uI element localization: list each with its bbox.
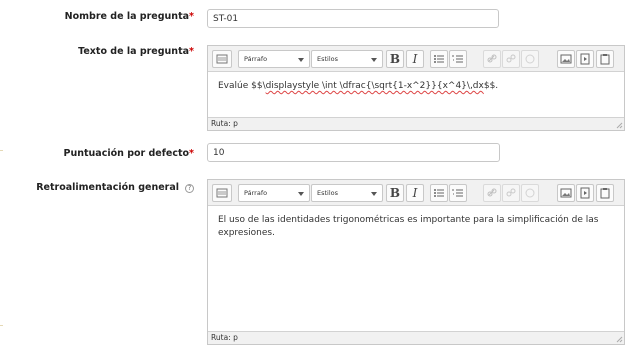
toolbar-toggle-icon[interactable] [212,50,232,68]
resize-handle-icon[interactable] [615,335,623,343]
image-icon[interactable] [557,184,575,202]
default-mark-input[interactable] [207,143,500,162]
margin-tick [0,150,3,151]
required-icon: * [189,148,194,159]
toolbar-toggle-icon[interactable] [212,184,232,202]
required-icon: * [189,46,194,57]
paragraph-format-select[interactable]: Párrafo [238,50,310,68]
styles-select[interactable]: Estilos [311,184,383,202]
unlink-icon[interactable] [502,184,520,202]
chevron-down-icon [371,192,377,196]
default-mark-label: Puntuación por defecto* [63,148,195,159]
general-feedback-editor[interactable]: Párrafo Estilos B I El uso de las identi… [207,179,625,345]
image-icon[interactable] [557,50,575,68]
link-icon[interactable] [483,184,501,202]
chevron-down-icon [298,58,304,62]
editor-path-status: Ruta: p [208,117,624,130]
question-text-content[interactable]: Evalúe $$\displaystyle \int \dfrac{\sqrt… [208,72,624,101]
paragraph-format-select[interactable]: Párrafo [238,184,310,202]
general-feedback-label: Retroalimentación general? [36,182,194,193]
resize-handle-icon[interactable] [615,121,623,129]
ordered-list-icon[interactable] [449,50,467,68]
nolink-icon[interactable] [521,50,539,68]
help-icon[interactable]: ? [185,184,194,193]
nolink-icon[interactable] [521,184,539,202]
italic-button[interactable]: I [406,50,424,68]
chevron-down-icon [298,192,304,196]
bold-button[interactable]: B [386,184,404,202]
italic-button[interactable]: I [406,184,424,202]
editor-path-status: Ruta: p [208,331,624,344]
bold-button[interactable]: B [386,50,404,68]
media-icon[interactable] [576,184,594,202]
media-icon[interactable] [576,50,594,68]
margin-tick [0,325,3,326]
question-name-label: Nombre de la pregunta* [64,11,194,22]
question-name-input[interactable] [207,9,499,28]
styles-select[interactable]: Estilos [311,50,383,68]
ordered-list-icon[interactable] [449,184,467,202]
general-feedback-content[interactable]: El uso de las identidades trigonométrica… [208,206,624,248]
editor-toolbar: Párrafo Estilos B I [208,180,624,206]
required-icon: * [189,11,194,22]
paste-icon[interactable] [596,50,614,68]
editor-toolbar: Párrafo Estilos B I [208,46,624,72]
chevron-down-icon [371,58,377,62]
unordered-list-icon[interactable] [430,184,448,202]
question-text-editor[interactable]: Párrafo Estilos B I Evalúe $$\displaysty… [207,45,625,131]
link-icon[interactable] [483,50,501,68]
unlink-icon[interactable] [502,50,520,68]
unordered-list-icon[interactable] [430,50,448,68]
paste-icon[interactable] [596,184,614,202]
question-text-label: Texto de la pregunta* [78,46,194,57]
